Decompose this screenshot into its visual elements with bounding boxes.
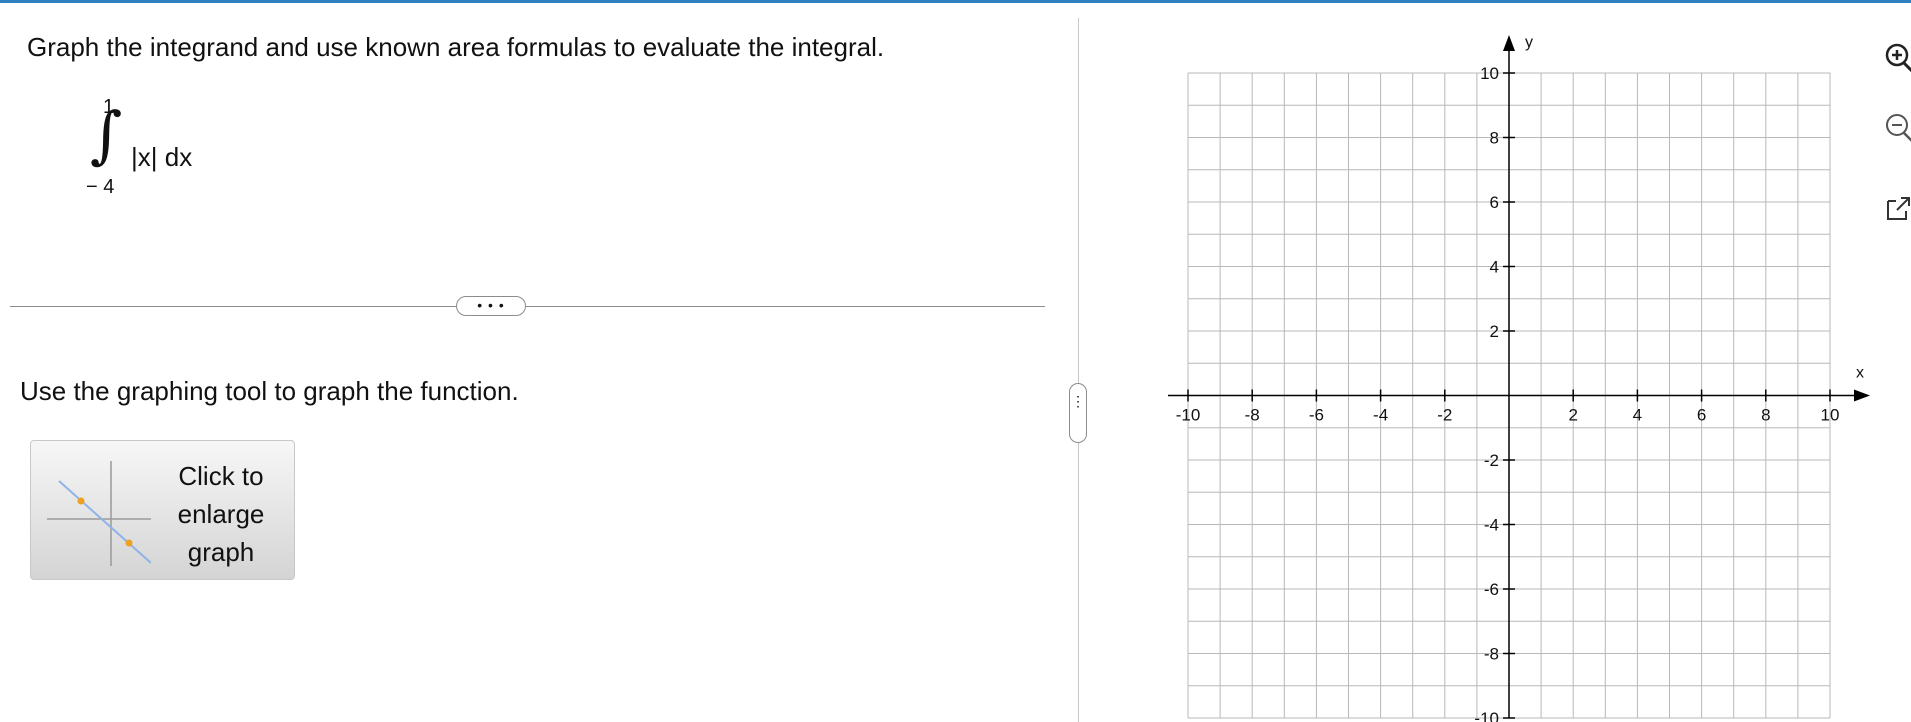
x-tick-label: 8 (1761, 406, 1770, 425)
zoom-in-icon[interactable] (1884, 42, 1911, 72)
integral-lower-limit: − 4 (86, 176, 115, 198)
y-tick-label: 10 (1480, 64, 1499, 83)
more-button[interactable]: • • • (456, 296, 526, 316)
x-tick-label: -2 (1437, 406, 1452, 425)
x-tick-label: 2 (1568, 406, 1577, 425)
y-axis-arrow-icon (1503, 35, 1515, 51)
integral-expression: 1 ∫ − 4 |x| dx (86, 96, 226, 206)
y-tick-label: 2 (1490, 322, 1499, 341)
y-tick-label: -6 (1484, 580, 1499, 599)
question-prompt: Graph the integrand and use known area f… (27, 32, 885, 62)
expand-icon[interactable] (1884, 195, 1911, 223)
splitter-handle[interactable]: ⋮ (1069, 383, 1087, 443)
pane-splitter (1078, 18, 1079, 722)
y-tick-label: -10 (1474, 709, 1499, 722)
graph-thumbnail-icon (47, 461, 151, 566)
x-tick-label: 4 (1633, 406, 1642, 425)
x-axis-arrow-icon (1854, 389, 1870, 402)
y-tick-label: 4 (1490, 258, 1499, 277)
x-tick-label: 6 (1697, 406, 1706, 425)
x-tick-label: 10 (1821, 406, 1840, 425)
integrand: |x| dx (131, 142, 193, 172)
x-tick-label: -10 (1176, 406, 1201, 425)
y-tick-label: -4 (1484, 516, 1499, 535)
y-tick-label: 6 (1490, 193, 1499, 212)
y-tick-label: 8 (1490, 129, 1499, 148)
y-tick-label: -2 (1484, 451, 1499, 470)
top-accent-bar (0, 0, 1911, 3)
enlarge-label-line: Click to (178, 461, 264, 491)
enlarge-graph-button[interactable]: Click to enlarge graph (30, 440, 295, 580)
instruction-text: Use the graphing tool to graph the funct… (20, 376, 519, 406)
enlarge-label-line: graph (187, 537, 255, 567)
x-axis-label: x (1856, 365, 1864, 382)
section-divider (10, 306, 1045, 307)
y-axis-label: y (1525, 34, 1533, 51)
integral-sign-icon: ∫ (90, 98, 123, 171)
enlarge-label-line: enlarge (177, 499, 265, 529)
y-tick-label: -8 (1484, 645, 1499, 664)
x-tick-label: -4 (1373, 406, 1388, 425)
enlarge-button-label: Click to enlarge graph (161, 457, 281, 571)
graph-area[interactable]: x y -10 -8 -6 -4 -2 2 4 6 8 10 10 8 6 4 2 -2 -4 -6 -8 -10 (1150, 18, 1870, 722)
x-tick-label: -8 (1245, 406, 1260, 425)
x-tick-label: -6 (1309, 406, 1324, 425)
zoom-out-icon[interactable] (1884, 112, 1911, 142)
